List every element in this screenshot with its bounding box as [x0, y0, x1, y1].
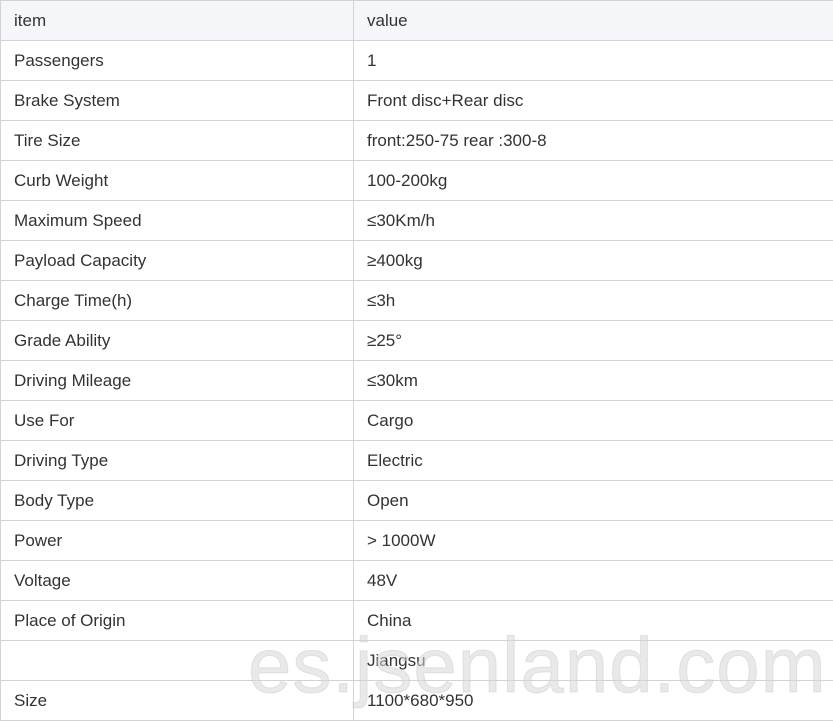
- row-value: Cargo: [353, 400, 833, 441]
- row-value: ≤30Km/h: [353, 200, 833, 241]
- row-item: Maximum Speed: [0, 200, 354, 241]
- table-row: Power > 1000W: [0, 520, 833, 561]
- row-value: China: [353, 600, 833, 641]
- table-row: Maximum Speed ≤30Km/h: [0, 200, 833, 241]
- row-value: ≤3h: [353, 280, 833, 321]
- table-row: Jiangsu: [0, 640, 833, 681]
- row-item: Payload Capacity: [0, 240, 354, 281]
- row-item: Grade Ability: [0, 320, 354, 361]
- table-row: Grade Ability ≥25°: [0, 320, 833, 361]
- row-item: Use For: [0, 400, 354, 441]
- row-item: [0, 640, 354, 681]
- table-row: Voltage 48V: [0, 560, 833, 601]
- table-row: Place of Origin China: [0, 600, 833, 641]
- row-item: Body Type: [0, 480, 354, 521]
- row-item: Curb Weight: [0, 160, 354, 201]
- table-row: Driving Type Electric: [0, 440, 833, 481]
- table-row: Charge Time(h) ≤3h: [0, 280, 833, 321]
- row-item: Voltage: [0, 560, 354, 601]
- header-value: value: [353, 0, 833, 41]
- table-row: Curb Weight 100-200kg: [0, 160, 833, 201]
- table-row: Size 1100*680*950: [0, 680, 833, 721]
- row-item: Driving Type: [0, 440, 354, 481]
- row-value: front:250-75 rear :300-8: [353, 120, 833, 161]
- spec-table: item value Passengers 1 Brake System Fro…: [0, 0, 833, 721]
- row-item: Place of Origin: [0, 600, 354, 641]
- row-item: Size: [0, 680, 354, 721]
- table-row: Use For Cargo: [0, 400, 833, 441]
- table-row: Payload Capacity ≥400kg: [0, 240, 833, 281]
- table-row: Tire Size front:250-75 rear :300-8: [0, 120, 833, 161]
- table-header-row: item value: [0, 0, 833, 41]
- row-value: ≥25°: [353, 320, 833, 361]
- table-row: Brake System Front disc+Rear disc: [0, 80, 833, 121]
- row-value: Open: [353, 480, 833, 521]
- row-item: Passengers: [0, 40, 354, 81]
- row-item: Tire Size: [0, 120, 354, 161]
- row-value: 48V: [353, 560, 833, 601]
- table-row: Driving Mileage ≤30km: [0, 360, 833, 401]
- row-value: ≤30km: [353, 360, 833, 401]
- row-item: Brake System: [0, 80, 354, 121]
- row-value: 1: [353, 40, 833, 81]
- row-value: Front disc+Rear disc: [353, 80, 833, 121]
- row-value: > 1000W: [353, 520, 833, 561]
- row-value: 1100*680*950: [353, 680, 833, 721]
- row-item: Power: [0, 520, 354, 561]
- header-item: item: [0, 0, 354, 41]
- row-value: Jiangsu: [353, 640, 833, 681]
- row-value: 100-200kg: [353, 160, 833, 201]
- table-row: Passengers 1: [0, 40, 833, 81]
- row-item: Charge Time(h): [0, 280, 354, 321]
- table-row: Body Type Open: [0, 480, 833, 521]
- row-value: Electric: [353, 440, 833, 481]
- row-value: ≥400kg: [353, 240, 833, 281]
- row-item: Driving Mileage: [0, 360, 354, 401]
